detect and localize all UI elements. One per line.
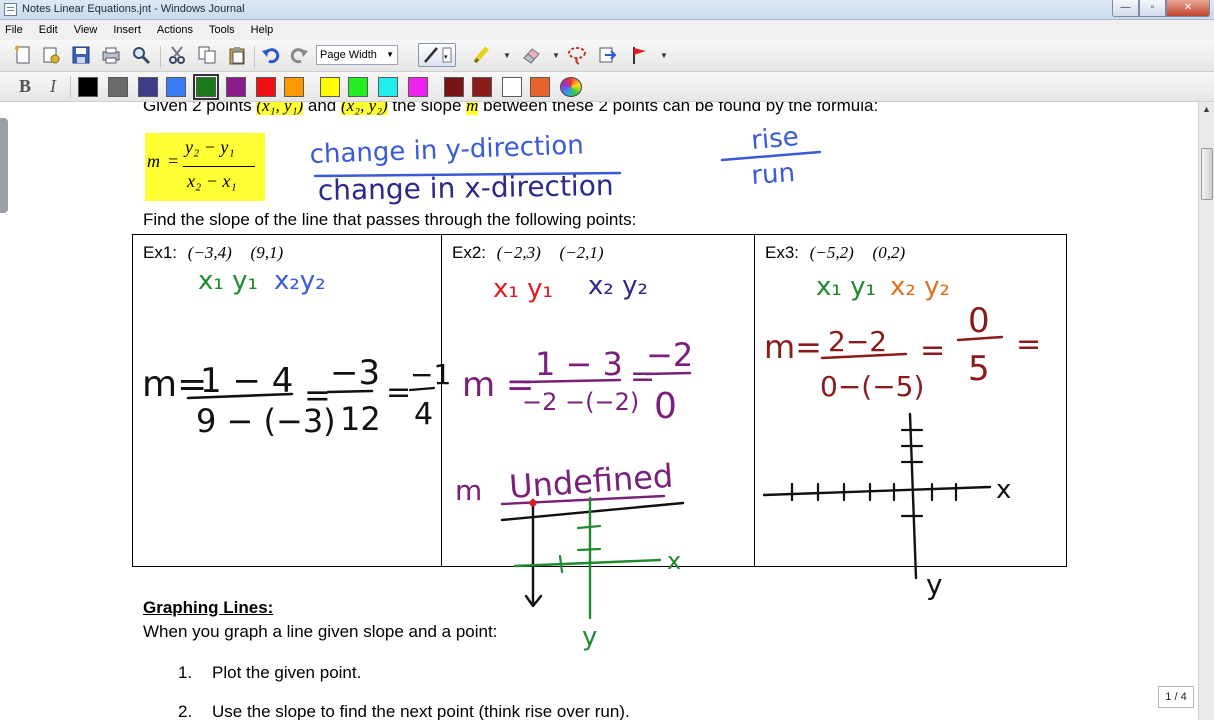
zoom-dropdown[interactable]: Page Width ▼ xyxy=(316,45,398,65)
open-icon[interactable] xyxy=(40,45,62,67)
color-swatch[interactable] xyxy=(256,77,276,97)
formula-equals: = xyxy=(167,151,180,171)
color-swatch[interactable] xyxy=(502,77,522,97)
color-swatch[interactable] xyxy=(78,77,98,97)
color-swatch[interactable] xyxy=(108,77,128,97)
example-cell-3: Ex3: (−5,2) (0,2) xyxy=(755,235,1066,566)
highlighter-dropdown-icon[interactable]: ▼ xyxy=(503,51,511,60)
maximize-button[interactable]: ▫ xyxy=(1139,0,1166,17)
svg-text:▾: ▾ xyxy=(444,54,448,61)
italic-button[interactable]: I xyxy=(42,75,64,97)
menu-bar: File Edit View Insert Actions Tools Help xyxy=(0,20,1214,40)
intro-point-1: (x₁, y₁) xyxy=(256,102,304,115)
lasso-icon[interactable] xyxy=(566,45,588,67)
color-swatch[interactable] xyxy=(138,77,158,97)
find-icon[interactable] xyxy=(130,45,152,67)
print-icon[interactable] xyxy=(100,45,122,67)
vertical-scrollbar[interactable]: ▲ xyxy=(1198,102,1214,720)
color-swatch[interactable] xyxy=(472,77,492,97)
close-button[interactable]: ✕ xyxy=(1166,0,1210,17)
color-swatch[interactable] xyxy=(530,77,550,97)
eraser-dropdown-icon[interactable]: ▼ xyxy=(552,51,560,60)
save-icon[interactable] xyxy=(70,45,92,67)
graphing-intro-text: When you graph a line given slope and a … xyxy=(143,622,498,641)
scroll-up-arrow-icon[interactable]: ▲ xyxy=(1202,104,1211,114)
color-swatch[interactable] xyxy=(193,74,219,100)
formula-numerator: y₂ − y₁ xyxy=(185,137,235,157)
flag-icon[interactable] xyxy=(628,45,650,67)
menu-edit[interactable]: Edit xyxy=(39,24,58,36)
window-controls: — ▫ ✕ xyxy=(1112,0,1210,18)
toolbar-separator xyxy=(254,46,255,68)
menu-actions[interactable]: Actions xyxy=(157,24,193,36)
intro-and: and xyxy=(303,102,341,115)
intro-suffix: between these 2 points can be found by t… xyxy=(478,102,879,115)
title-bar: Notes Linear Equations.jnt - Windows Jou… xyxy=(0,0,1214,20)
pen-icon: ▾ xyxy=(424,47,452,63)
scrollbar-thumb[interactable] xyxy=(1201,148,1213,200)
eraser-icon[interactable] xyxy=(520,45,542,67)
chevron-down-icon: ▼ xyxy=(386,50,394,59)
graphing-lines-heading: Graphing Lines: xyxy=(143,598,274,617)
intro-prefix: Given 2 points xyxy=(143,102,257,115)
zoom-value: Page Width xyxy=(320,49,377,61)
flag-dropdown-icon[interactable]: ▼ xyxy=(660,51,668,60)
formula-m: m xyxy=(147,151,160,171)
insert-space-icon[interactable] xyxy=(596,45,618,67)
step-2-text: Use the slope to find the next point (th… xyxy=(212,702,630,720)
journal-app-icon xyxy=(4,3,17,16)
color-swatch[interactable] xyxy=(444,77,464,97)
step-2-number: 2. xyxy=(178,702,193,720)
slope-intro-text: Given 2 points (x₁, y₁) and (x₂, y₂) the… xyxy=(143,102,878,116)
paste-icon[interactable] xyxy=(226,45,248,67)
window-title: Notes Linear Equations.jnt - Windows Jou… xyxy=(22,3,245,15)
intro-mid: the slope xyxy=(387,102,467,115)
new-note-icon[interactable] xyxy=(12,45,34,67)
journal-page[interactable]: Given 2 points (x₁, y₁) and (x₂, y₂) the… xyxy=(0,102,1198,720)
highlighter-icon[interactable] xyxy=(470,45,492,67)
example-3-label: Ex3: (−5,2) (0,2) xyxy=(765,243,906,262)
cut-icon[interactable] xyxy=(166,45,188,67)
copy-icon[interactable] xyxy=(196,45,218,67)
menu-file[interactable]: File xyxy=(5,24,23,36)
menu-tools[interactable]: Tools xyxy=(209,24,235,36)
slope-formula: m = y₂ − y₁ x₂ − x₁ xyxy=(145,133,265,201)
example-1-label: Ex1: (−3,4) (9,1) xyxy=(143,243,284,262)
menu-view[interactable]: View xyxy=(74,24,98,36)
undo-icon[interactable] xyxy=(260,45,282,67)
color-swatch[interactable] xyxy=(226,77,246,97)
menu-help[interactable]: Help xyxy=(251,24,274,36)
bold-button[interactable]: B xyxy=(14,75,36,97)
menu-insert[interactable]: Insert xyxy=(113,24,141,36)
page-side-tab[interactable] xyxy=(0,118,8,213)
color-swatch[interactable] xyxy=(378,77,398,97)
find-slope-text: Find the slope of the line that passes t… xyxy=(143,210,637,229)
example-cell-2: Ex2: (−2,3) (−2,1) xyxy=(442,235,755,566)
color-swatch[interactable] xyxy=(166,77,186,97)
color-swatch[interactable] xyxy=(408,77,428,97)
minimize-button[interactable]: — xyxy=(1112,0,1139,17)
color-swatch[interactable] xyxy=(284,77,304,97)
toolbar-separator xyxy=(70,76,71,98)
toolbar-separator xyxy=(160,46,161,68)
page-indicator: 1 / 4 xyxy=(1158,686,1194,708)
redo-icon[interactable] xyxy=(288,45,310,67)
example-2-label: Ex2: (−2,3) (−2,1) xyxy=(452,243,604,262)
step-1-text: Plot the given point. xyxy=(212,663,362,682)
color-swatch[interactable] xyxy=(348,77,368,97)
more-colors-palette-icon[interactable] xyxy=(560,77,582,97)
pen-tool-button[interactable]: ▾ xyxy=(418,43,456,67)
examples-table: Ex1: (−3,4) (9,1) Ex2: (−2,3) (−2,1) Ex3… xyxy=(132,234,1067,567)
formula-denominator: x₂ − x₁ xyxy=(187,171,237,191)
intro-point-2: (x₂, y₂) xyxy=(340,102,388,115)
color-swatch[interactable] xyxy=(320,77,340,97)
intro-m: m xyxy=(466,102,479,115)
formula-fraction-bar xyxy=(183,166,255,167)
step-1-number: 1. xyxy=(178,663,193,682)
example-cell-1: Ex1: (−3,4) (9,1) xyxy=(133,235,442,566)
